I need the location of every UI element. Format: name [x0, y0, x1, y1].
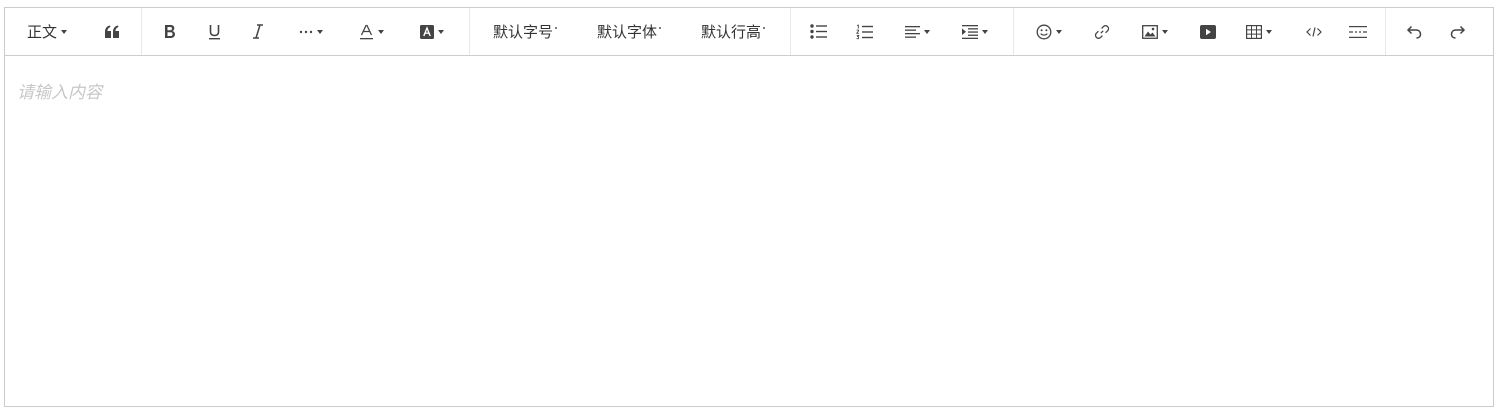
insert-image-menu[interactable]: [1133, 8, 1177, 55]
indent-menu[interactable]: [953, 8, 997, 55]
heading-select[interactable]: 正文: [19, 8, 75, 55]
undo-icon: [1406, 25, 1422, 39]
numbered-list-button[interactable]: [849, 8, 879, 55]
caret-down-icon: [659, 26, 661, 29]
divider-icon: [1349, 25, 1367, 38]
caret-down-icon: [1266, 29, 1272, 34]
font-color-menu[interactable]: [351, 8, 391, 55]
undo-button[interactable]: [1399, 8, 1429, 55]
redo-button[interactable]: [1443, 8, 1473, 55]
rich-text-editor: 正文 默认字号 默认字体 默认行高 请输入内容: [4, 7, 1494, 407]
numbered-list-icon: [855, 23, 873, 40]
emotion-icon: [1036, 24, 1052, 40]
insert-video-button[interactable]: [1193, 8, 1223, 55]
bold-icon: [164, 24, 176, 39]
font-family-label: 默认字体: [596, 23, 657, 41]
caret-down-icon: [923, 29, 930, 34]
font-size-select[interactable]: 默认字号: [483, 8, 567, 55]
insert-code-button[interactable]: [1299, 8, 1329, 55]
editor-toolbar: 正文 默认字号 默认字体 默认行高: [5, 8, 1493, 56]
more-format-menu[interactable]: [289, 8, 333, 55]
caret-down-icon: [555, 26, 557, 29]
toolbar-divider: [790, 8, 791, 55]
background-color-menu[interactable]: [411, 8, 453, 55]
editor-content-area[interactable]: 请输入内容: [5, 56, 1493, 406]
caret-down-icon: [377, 29, 384, 34]
toolbar-divider: [1013, 8, 1014, 55]
quote-icon: [104, 25, 120, 39]
italic-button[interactable]: [243, 8, 273, 55]
font-color-icon: [359, 24, 374, 40]
image-icon: [1142, 24, 1158, 39]
table-icon: [1246, 24, 1262, 39]
caret-down-icon: [763, 26, 765, 29]
insert-divider-button[interactable]: [1343, 8, 1373, 55]
line-height-select[interactable]: 默认行高: [691, 8, 775, 55]
caret-down-icon: [1056, 29, 1062, 34]
caret-down-icon: [438, 29, 444, 34]
italic-icon: [252, 24, 264, 39]
emotion-menu[interactable]: [1027, 8, 1071, 55]
bulleted-list-button[interactable]: [803, 8, 833, 55]
blockquote-button[interactable]: [95, 8, 129, 55]
underline-button[interactable]: [199, 8, 229, 55]
underline-icon: [208, 24, 221, 40]
font-family-select[interactable]: 默认字体: [587, 8, 671, 55]
align-icon: [904, 25, 920, 38]
caret-down-icon: [1162, 29, 1168, 34]
toolbar-divider: [141, 8, 142, 55]
toolbar-divider: [1385, 8, 1386, 55]
font-size-label: 默认字号: [492, 23, 553, 41]
bold-button[interactable]: [155, 8, 185, 55]
indent-icon: [962, 24, 978, 39]
toolbar-divider: [469, 8, 470, 55]
line-height-label: 默认行高: [700, 23, 761, 41]
caret-down-icon: [982, 29, 988, 34]
insert-table-menu[interactable]: [1237, 8, 1281, 55]
video-icon: [1200, 24, 1216, 39]
heading-label: 正文: [26, 23, 57, 41]
more-icon: [299, 30, 313, 34]
caret-down-icon: [61, 29, 67, 34]
background-color-icon: [420, 24, 434, 39]
editor-placeholder: 请输入内容: [17, 83, 102, 103]
link-icon: [1094, 24, 1110, 40]
caret-down-icon: [317, 29, 323, 34]
align-menu[interactable]: [895, 8, 939, 55]
bulleted-list-icon: [809, 24, 827, 39]
insert-link-button[interactable]: [1087, 8, 1117, 55]
redo-icon: [1450, 25, 1466, 39]
code-icon: [1306, 26, 1322, 37]
